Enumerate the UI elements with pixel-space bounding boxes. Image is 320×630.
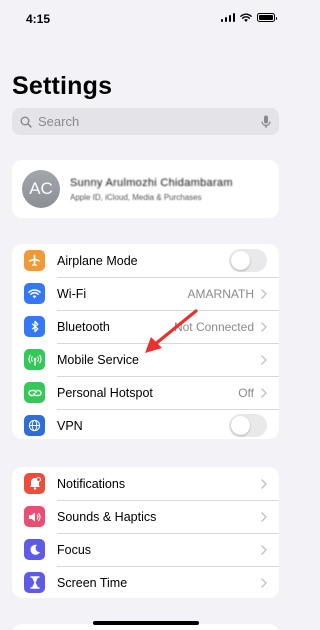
bell-icon [24, 473, 45, 494]
microphone-icon[interactable] [261, 115, 271, 129]
row-notifications[interactable]: Notifications [12, 467, 279, 500]
wifi-icon [24, 283, 45, 304]
chevron-right-icon [261, 577, 267, 588]
row-wifi[interactable]: Wi-Fi AMARNATH [12, 277, 279, 310]
cellular-signal-icon [220, 13, 235, 22]
row-label: Wi-Fi [57, 286, 87, 301]
wifi-status-icon [240, 13, 252, 22]
status-bar: 4:15 [0, 0, 291, 36]
chevron-right-icon [261, 288, 267, 299]
row-airplane-mode[interactable]: Airplane Mode [12, 244, 279, 277]
row-label: Focus [57, 542, 92, 557]
row-focus[interactable]: Focus [12, 533, 279, 566]
row-label: Personal Hotspot [57, 385, 153, 400]
status-icons [220, 13, 277, 22]
chevron-right-icon [261, 544, 267, 555]
home-indicator[interactable] [93, 621, 199, 625]
globe-icon [24, 415, 45, 436]
row-label: Airplane Mode [57, 253, 138, 268]
row-label: Screen Time [57, 575, 128, 590]
notifications-group: Notifications Sounds & Haptics Focus Scr… [12, 467, 279, 598]
chevron-right-icon [261, 354, 267, 365]
chevron-right-icon [261, 511, 267, 522]
chevron-right-icon [261, 387, 267, 398]
hotspot-status-value: Off [238, 385, 254, 400]
annotation-arrow-icon [145, 309, 198, 353]
page-title: Settings [12, 72, 113, 100]
chevron-right-icon [261, 321, 267, 332]
row-sounds-haptics[interactable]: Sounds & Haptics [12, 500, 279, 533]
search-input[interactable]: Search [12, 108, 279, 135]
row-personal-hotspot[interactable]: Personal Hotspot Off [12, 376, 279, 409]
vpn-toggle[interactable] [229, 414, 267, 437]
hotspot-icon [24, 382, 45, 403]
profile-text: Sunny Arulmozhi Chidambaram Apple ID, iC… [70, 177, 269, 202]
profile-subtitle: Apple ID, iCloud, Media & Purchases [70, 192, 202, 202]
row-label: VPN [57, 418, 83, 433]
moon-icon [24, 539, 45, 560]
search-placeholder: Search [38, 114, 80, 129]
row-label: Sounds & Haptics [57, 509, 157, 524]
hourglass-icon [24, 572, 45, 593]
row-vpn[interactable]: VPN [12, 409, 279, 439]
status-time: 4:15 [26, 12, 51, 26]
row-screen-time[interactable]: Screen Time [12, 566, 279, 598]
apple-id-card[interactable]: AC Sunny Arulmozhi Chidambaram Apple ID,… [12, 160, 279, 218]
airplane-icon [24, 250, 45, 271]
row-label: Notifications [57, 476, 126, 491]
airplane-mode-toggle[interactable] [229, 249, 267, 272]
chevron-right-icon [261, 478, 267, 489]
profile-name: Sunny Arulmozhi Chidambaram [70, 176, 233, 189]
search-icon [20, 116, 32, 128]
bluetooth-icon [24, 316, 45, 337]
antenna-icon [24, 349, 45, 370]
battery-icon [257, 13, 277, 22]
speaker-icon [24, 506, 45, 527]
wifi-network-value: AMARNATH [187, 286, 254, 301]
avatar: AC [22, 170, 60, 208]
